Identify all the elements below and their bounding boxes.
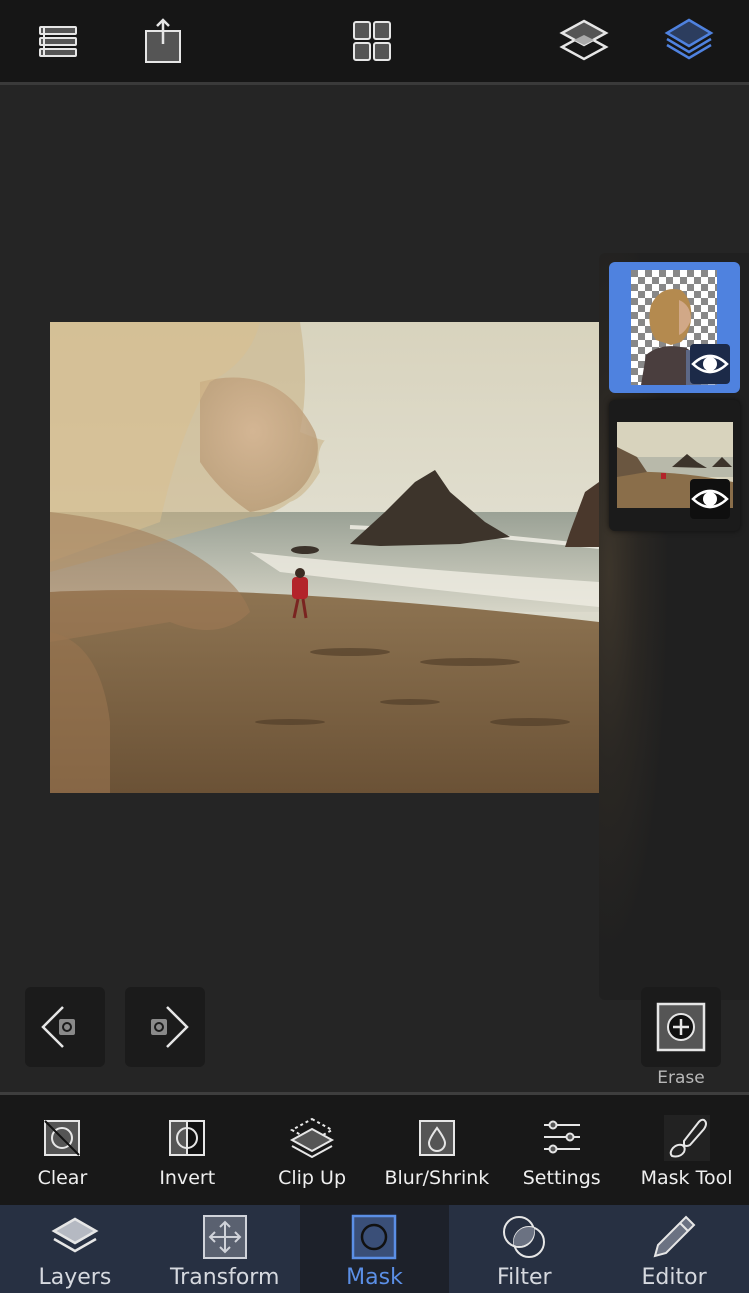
blur-drop-icon: [418, 1120, 455, 1156]
clear-mask-icon: [44, 1120, 81, 1156]
clip-up-icon: [289, 1117, 335, 1159]
eye-icon: [691, 489, 729, 509]
blend-button[interactable]: [557, 14, 611, 68]
erase-label: Erase: [657, 1068, 705, 1088]
share-export-icon: [145, 18, 181, 63]
transform-icon: [202, 1215, 247, 1259]
layer-thumbnail-portrait[interactable]: [609, 262, 740, 393]
visibility-toggle-beach[interactable]: [690, 479, 730, 519]
tab-layers[interactable]: Layers: [0, 1205, 150, 1293]
undo-icon: [41, 1006, 75, 1048]
erase-toggle-button[interactable]: [641, 987, 721, 1067]
brush-icon: [669, 1118, 707, 1158]
workspace: [0, 88, 749, 1092]
mask-tool-button[interactable]: Mask Tool: [624, 1095, 749, 1205]
mask-icon: [352, 1214, 397, 1260]
tab-editor[interactable]: Editor: [599, 1205, 749, 1293]
invert-mask-button[interactable]: Invert: [125, 1095, 250, 1205]
pencil-icon: [653, 1215, 696, 1258]
layers-button[interactable]: [662, 14, 716, 68]
invert-mask-icon: [169, 1120, 206, 1156]
gallery-button[interactable]: [346, 14, 400, 68]
list-menu-icon: [39, 26, 77, 57]
layer-blend-icon: [559, 19, 609, 61]
grid-gallery-icon: [353, 21, 391, 61]
clip-up-button[interactable]: Clip Up: [250, 1095, 375, 1205]
tab-transform[interactable]: Transform: [150, 1205, 300, 1293]
redo-button[interactable]: [125, 987, 205, 1067]
redo-icon: [151, 1006, 189, 1048]
undo-button[interactable]: [25, 987, 105, 1067]
canvas-image[interactable]: [50, 322, 599, 793]
visibility-toggle-portrait[interactable]: [690, 344, 730, 384]
tab-mask[interactable]: Mask: [299, 1205, 450, 1293]
plus-circle-icon: [656, 1002, 706, 1052]
sliders-icon: [543, 1120, 580, 1154]
mask-settings-button[interactable]: Settings: [499, 1095, 624, 1205]
eye-icon: [691, 354, 729, 374]
top-toolbar: [0, 0, 749, 85]
layers-panel: [599, 253, 749, 1000]
menu-button[interactable]: [32, 14, 86, 68]
bottom-tab-bar: Layers Transform Mask Filter Editor: [0, 1205, 749, 1293]
mask-toolbar: Clear Invert Clip Up Blur/Shrink Setting…: [0, 1092, 749, 1205]
layers-icon: [51, 1217, 99, 1253]
layers-stack-icon: [664, 18, 714, 60]
filter-icon: [503, 1216, 546, 1258]
clear-mask-button[interactable]: Clear: [0, 1095, 125, 1205]
tab-filter[interactable]: Filter: [449, 1205, 599, 1293]
share-button[interactable]: [136, 14, 190, 68]
layer-thumbnail-beach[interactable]: [609, 400, 740, 531]
blur-shrink-button[interactable]: Blur/Shrink: [374, 1095, 499, 1205]
